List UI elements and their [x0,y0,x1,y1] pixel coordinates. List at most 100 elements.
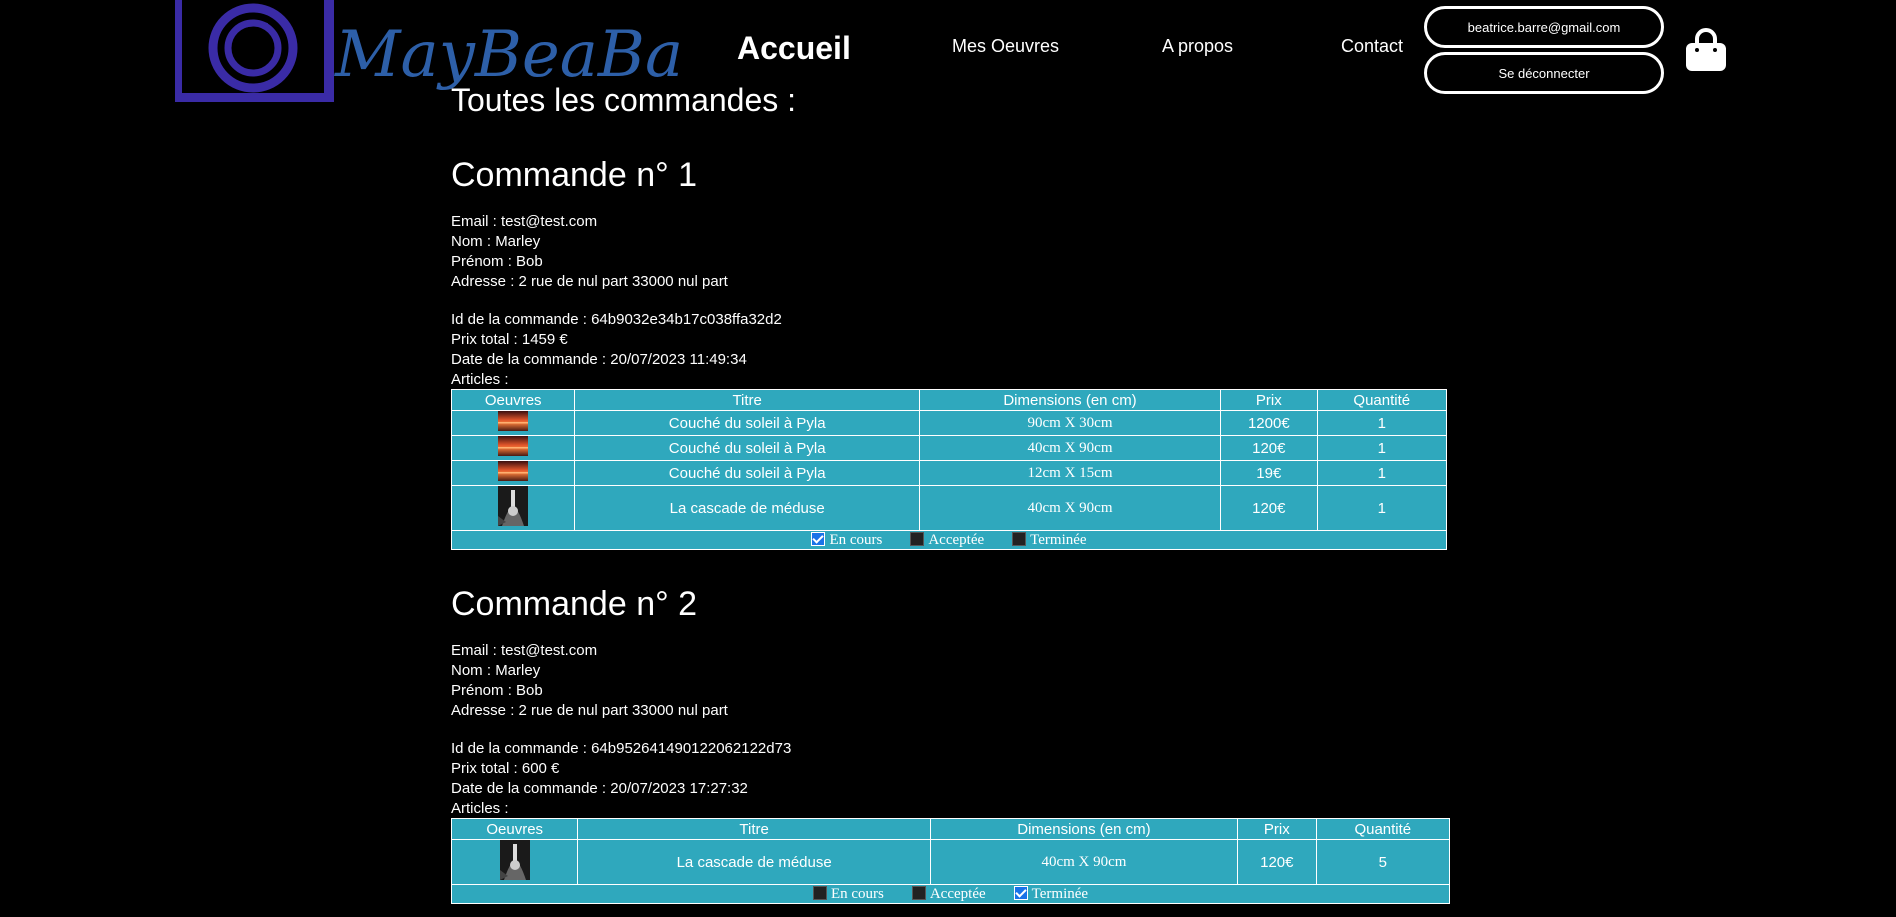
artwork-cell [450,460,576,486]
quantity-cell: 1 [1316,460,1448,486]
column-header: Prix [1236,818,1317,840]
quantity-cell: 5 [1315,839,1451,885]
quantity-cell: 1 [1316,485,1448,531]
title-cell: La cascade de méduse [574,485,920,531]
status-checkbox[interactable] [1013,886,1028,901]
order-firstname: Prénom : Bob [451,253,543,270]
artwork-thumbnail[interactable] [499,840,530,884]
status-label: Acceptée [928,531,985,548]
artwork-thumbnail[interactable] [498,411,529,435]
artwork-thumbnail[interactable] [498,436,529,460]
price-cell: 19€ [1220,460,1318,486]
column-header: Dimensions (en cm) [929,818,1238,840]
table-header-row: Oeuvres Titre Dimensions (en cm) Prix Quanti… [450,818,1451,840]
order-items-table: Oeuvres Titre Dimensions (en cm) Prix Quanti… [450,818,1451,904]
status-label: Terminée [1031,885,1089,902]
order-id: Id de la commande : 64b9032e34b17c038ffa… [451,311,782,328]
table-row: Couché du soleil à Pyla 90cm X 30cm 1200€ 1 [450,410,1448,436]
title-cell: Couché du soleil à Pyla [574,435,920,461]
quantity-cell: 1 [1316,435,1448,461]
status-checkbox[interactable] [812,886,827,901]
price-cell: 120€ [1236,839,1317,885]
order-email: Email : test@test.com [451,642,598,659]
status-row: En cours Acceptée Terminée [451,884,1450,904]
page-title: Toutes les commandes : [451,82,797,118]
artwork-cell [450,485,576,531]
dimensions-cell: 40cm X 90cm [929,839,1238,885]
artwork-cell [450,839,579,885]
order-firstname: Prénom : Bob [451,682,543,699]
nav-home[interactable]: Accueil [737,30,851,67]
logout-button[interactable]: Se déconnecter [1424,52,1664,94]
status-cell: En cours Acceptée Terminée [451,530,1447,550]
dimensions-cell: 40cm X 90cm [918,485,1222,531]
dimensions-cell: 40cm X 90cm [918,435,1222,461]
order-lastname: Nom : Marley [451,233,541,250]
order-total: Prix total : 1459 € [451,331,568,348]
order-date: Date de la commande : 20/07/2023 17:27:3… [451,780,748,797]
price-cell: 120€ [1220,435,1318,461]
order-id: Id de la commande : 64b95264149012206212… [451,740,792,757]
artwork-thumbnail[interactable] [498,486,529,530]
table-row: La cascade de méduse 40cm X 90cm 120€ 5 [450,839,1451,885]
status-label: En cours [829,531,883,548]
column-header: Titre [574,389,920,411]
nav-works[interactable]: Mes Oeuvres [952,36,1059,57]
column-header: Titre [577,818,931,840]
shopping-bag-icon[interactable] [1683,28,1729,74]
title-cell: La cascade de méduse [577,839,931,885]
column-header: Prix [1220,389,1318,411]
status-checkbox[interactable] [910,532,925,547]
account-email-button[interactable]: beatrice.barre@gmail.com [1424,6,1664,48]
table-header-row: Oeuvres Titre Dimensions (en cm) Prix Quanti… [450,389,1448,411]
status-option[interactable]: Acceptée [911,885,986,902]
order-total: Prix total : 600 € [451,760,560,777]
column-header: Quantité [1315,818,1451,840]
nav-contact[interactable]: Contact [1341,36,1403,57]
status-label: Terminée [1030,531,1087,548]
column-header: Oeuvres [450,389,576,411]
status-option[interactable]: Terminée [1012,531,1087,548]
order-title: Commande n° 2 [451,585,698,623]
status-row: En cours Acceptée Terminée [451,530,1447,550]
artwork-cell [450,410,576,436]
artwork-thumbnail[interactable] [498,461,529,485]
dimensions-cell: 90cm X 30cm [918,410,1222,436]
order-articles-label: Articles : [451,371,509,388]
status-label: En cours [830,885,884,902]
column-header: Oeuvres [450,818,579,840]
status-cell: En cours Acceptée Terminée [451,884,1450,904]
status-checkbox[interactable] [911,886,926,901]
status-option[interactable]: Acceptée [910,532,984,548]
quantity-cell: 1 [1316,410,1448,436]
order-address: Adresse : 2 rue de nul part 33000 nul pa… [451,702,728,719]
logo-text: MayBeaBa [334,18,683,92]
order-title: Commande n° 1 [451,156,698,194]
order-articles-label: Articles : [451,800,509,817]
table-row: Couché du soleil à Pyla 12cm X 15cm 19€ 1 [450,460,1448,486]
column-header: Quantité [1316,389,1448,411]
status-label: Acceptée [929,885,986,902]
order-items-table: Oeuvres Titre Dimensions (en cm) Prix Quanti… [450,389,1448,550]
order-card: Commande n° 2 Email : test@test.com Nom … [450,584,1451,904]
status-option[interactable]: En cours [812,885,884,902]
artwork-cell [450,435,576,461]
nav-about[interactable]: A propos [1162,36,1233,57]
price-cell: 120€ [1220,485,1318,531]
dimensions-cell: 12cm X 15cm [918,460,1222,486]
order-address: Adresse : 2 rue de nul part 33000 nul pa… [451,273,728,290]
status-option[interactable]: Terminée [1013,885,1089,902]
status-checkbox[interactable] [811,532,826,547]
order-card: Commande n° 1 Email : test@test.com Nom … [450,155,1451,550]
column-header: Dimensions (en cm) [918,389,1222,411]
order-date: Date de la commande : 20/07/2023 11:49:3… [451,351,747,368]
title-cell: Couché du soleil à Pyla [574,410,920,436]
order-email: Email : test@test.com [451,213,598,230]
status-checkbox[interactable] [1012,532,1027,547]
table-row: La cascade de méduse 40cm X 90cm 120€ 1 [450,485,1448,531]
price-cell: 1200€ [1220,410,1318,436]
order-lastname: Nom : Marley [451,662,541,679]
status-option[interactable]: En cours [811,532,882,548]
title-cell: Couché du soleil à Pyla [574,460,920,486]
table-row: Couché du soleil à Pyla 40cm X 90cm 120€ 1 [450,435,1448,461]
